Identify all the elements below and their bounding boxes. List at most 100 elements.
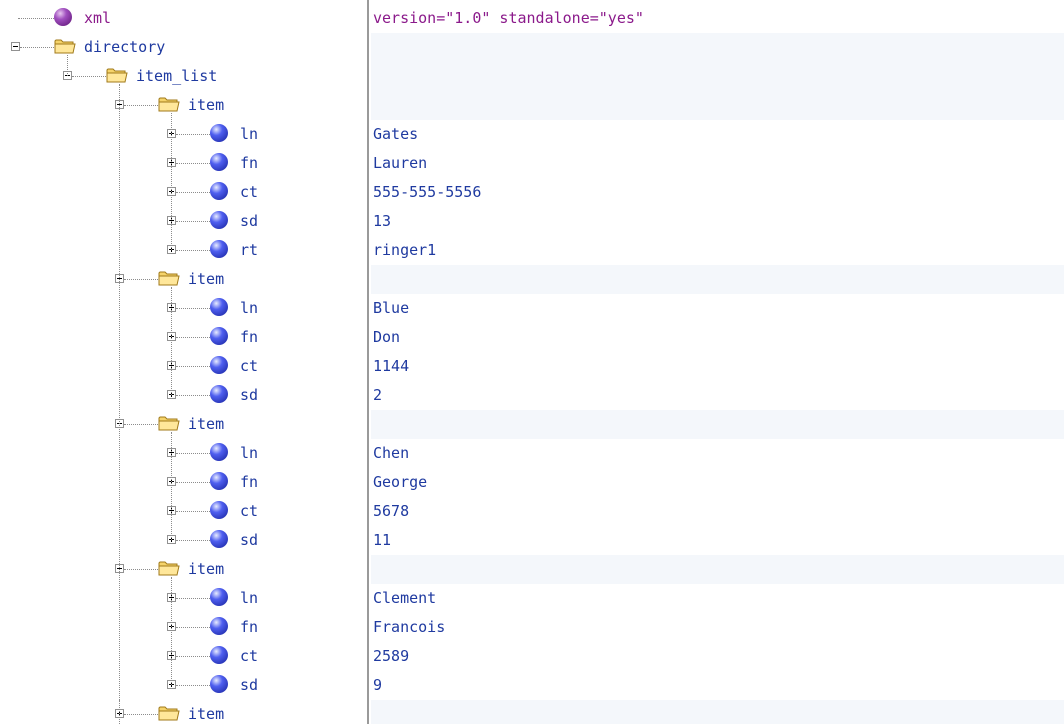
xml-tree-viewer: xml directory item_list item ln fn ct sd rt item l… — [0, 0, 1064, 724]
folder-icon — [158, 415, 180, 431]
node-label[interactable]: item — [188, 410, 224, 439]
tree-connector — [124, 569, 158, 570]
node-value: 2589 — [373, 647, 410, 665]
tree-connector — [72, 76, 106, 77]
node-value: 9 — [373, 676, 383, 694]
node-label[interactable]: rt — [240, 236, 258, 265]
blue-ball-icon — [210, 240, 228, 258]
value-row: Francois — [371, 613, 1064, 642]
value-row: version="1.0" standalone="yes" — [371, 4, 1064, 33]
blue-ball-icon — [210, 124, 228, 142]
node-label[interactable]: item_list — [136, 62, 217, 91]
value-row: Clement — [371, 584, 1064, 613]
tree-node[interactable]: rt — [0, 236, 368, 265]
node-label[interactable]: sd — [240, 671, 258, 700]
node-label[interactable]: ln — [240, 120, 258, 149]
node-label[interactable]: item — [188, 91, 224, 120]
blue-ball-icon — [210, 530, 228, 548]
blue-ball-icon — [210, 356, 228, 374]
tree-node[interactable]: sd — [0, 526, 368, 555]
blue-ball-icon — [210, 385, 228, 403]
value-row — [371, 265, 1064, 294]
node-label[interactable]: fn — [240, 149, 258, 178]
tree-connector — [176, 163, 210, 164]
tree-node[interactable]: fn — [0, 149, 368, 178]
node-label[interactable]: ct — [240, 352, 258, 381]
tree-node[interactable]: ln — [0, 439, 368, 468]
value-row: 5678 — [371, 497, 1064, 526]
tree-node[interactable]: item_list — [0, 62, 368, 91]
blue-ball-icon — [210, 472, 228, 490]
tree-node[interactable]: ln — [0, 584, 368, 613]
value-row — [371, 62, 1064, 91]
node-label[interactable]: ct — [240, 178, 258, 207]
node-value: Francois — [373, 618, 446, 636]
tree-connector — [176, 395, 210, 396]
value-row: 11 — [371, 526, 1064, 555]
node-label[interactable]: ln — [240, 584, 258, 613]
node-label[interactable]: sd — [240, 381, 258, 410]
tree-node[interactable]: item — [0, 91, 368, 120]
node-value: 2 — [373, 386, 383, 404]
tree-node[interactable]: sd — [0, 207, 368, 236]
tree-node[interactable]: ln — [0, 294, 368, 323]
tree-node[interactable]: fn — [0, 323, 368, 352]
node-label[interactable]: item — [188, 555, 224, 584]
node-value: Clement — [373, 589, 437, 607]
node-value: Lauren — [373, 154, 428, 172]
node-value: George — [373, 473, 428, 491]
tree-connector — [124, 714, 158, 715]
node-value: 555-555-5556 — [373, 183, 482, 201]
tree-node[interactable]: item — [0, 265, 368, 294]
tree-node[interactable]: item — [0, 555, 368, 584]
node-label[interactable]: fn — [240, 323, 258, 352]
node-label[interactable]: ln — [240, 294, 258, 323]
node-value: 5678 — [373, 502, 410, 520]
node-label[interactable]: fn — [240, 468, 258, 497]
node-label[interactable]: item — [188, 700, 224, 724]
tree-node[interactable]: fn — [0, 468, 368, 497]
node-label[interactable]: xml — [84, 4, 111, 33]
value-row: Blue — [371, 294, 1064, 323]
tree-node[interactable]: ct — [0, 178, 368, 207]
tree-node[interactable]: directory — [0, 33, 368, 62]
node-label[interactable]: sd — [240, 526, 258, 555]
node-label[interactable]: ct — [240, 497, 258, 526]
tree-node[interactable]: sd — [0, 381, 368, 410]
tree-node[interactable]: item — [0, 410, 368, 439]
blue-ball-icon — [210, 675, 228, 693]
tree-node[interactable]: ct — [0, 642, 368, 671]
node-label[interactable]: ct — [240, 642, 258, 671]
node-value: version="1.0" standalone="yes" — [373, 9, 644, 27]
tree-connector — [176, 250, 210, 251]
folder-icon — [158, 270, 180, 286]
node-label[interactable]: sd — [240, 207, 258, 236]
node-label[interactable]: item — [188, 265, 224, 294]
tree-node[interactable]: xml — [0, 4, 368, 33]
node-label[interactable]: fn — [240, 613, 258, 642]
tree-node[interactable]: item — [0, 700, 368, 724]
tree-node[interactable]: sd — [0, 671, 368, 700]
node-value: 11 — [373, 531, 392, 549]
tree-connector — [20, 47, 54, 48]
value-row — [371, 91, 1064, 120]
node-label[interactable]: ln — [240, 439, 258, 468]
tree-node[interactable]: ct — [0, 497, 368, 526]
blue-ball-icon — [210, 327, 228, 345]
folder-icon — [54, 38, 76, 54]
value-row: 9 — [371, 671, 1064, 700]
tree-node[interactable]: ln — [0, 120, 368, 149]
tree-connector — [176, 308, 210, 309]
tree-connector — [171, 432, 172, 540]
tree-connector — [176, 134, 210, 135]
node-label[interactable]: directory — [84, 33, 165, 62]
tree-connector — [176, 540, 210, 541]
tree-pane[interactable]: xml directory item_list item ln fn ct sd rt item l… — [0, 0, 368, 724]
tree-node[interactable]: ct — [0, 352, 368, 381]
value-row: 555-555-5556 — [371, 178, 1064, 207]
collapse-toggle[interactable] — [11, 42, 20, 51]
tree-connector — [176, 337, 210, 338]
value-row: ringer1 — [371, 236, 1064, 265]
tree-node[interactable]: fn — [0, 613, 368, 642]
tree-connector — [171, 113, 172, 250]
